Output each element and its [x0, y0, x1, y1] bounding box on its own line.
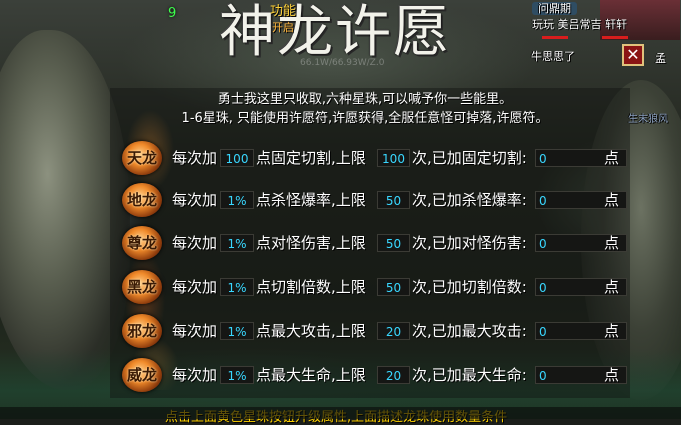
increment-value: 1% [220, 366, 254, 384]
hp-bar-left [542, 36, 568, 39]
deco-badge: 9 [168, 6, 177, 21]
each-label: 每次加 [172, 322, 218, 340]
info-line-1: 勇士我这里只收取,六种星珠,可以喊予你一些能里。 [217, 92, 513, 107]
star-orb-button[interactable]: 黑龙 [122, 270, 162, 304]
each-label: 每次加 [172, 366, 218, 384]
wish-row: 尊龙 每次加 1% 点对怪伤害,上限 50 次,已加对怪伤害: 0 点 [122, 226, 642, 260]
increment-value: 1% [220, 278, 254, 296]
limit-value: 50 [377, 278, 410, 296]
star-orb-button[interactable]: 邪龙 [122, 314, 162, 348]
stat-limit-label: 点最大生命,上限 [256, 366, 366, 384]
wish-row: 邪龙 每次加 1% 点最大攻击,上限 20 次,已加最大攻击: 0 点 [122, 314, 642, 348]
top-right-name-mid: 玩玩 美吕常吉 轩轩 [532, 18, 627, 31]
added-label: 次,已加切割倍数: [412, 278, 527, 296]
limit-value: 20 [377, 322, 410, 340]
added-label: 次,已加杀怪爆率: [412, 191, 527, 209]
each-label: 每次加 [172, 278, 218, 296]
added-label: 次,已加最大生命: [412, 366, 527, 384]
added-label: 次,已加固定切割: [412, 149, 527, 167]
added-label: 次,已加对怪伤害: [412, 234, 527, 252]
stat-limit-label: 点对怪伤害,上限 [256, 234, 366, 252]
close-icon: ✕ [626, 45, 640, 64]
each-label: 每次加 [172, 234, 218, 252]
stat-limit-label: 点杀怪爆率,上限 [256, 191, 366, 209]
limit-value: 50 [377, 191, 410, 209]
stat-limit-label: 点切割倍数,上限 [256, 278, 366, 296]
unit-label: 点 [604, 234, 620, 252]
wish-row: 地龙 每次加 1% 点杀怪爆率,上限 50 次,已加杀怪爆率: 0 点 [122, 183, 642, 217]
limit-value: 50 [377, 234, 410, 252]
increment-value: 1% [220, 322, 254, 340]
unit-label: 点 [604, 191, 620, 209]
unit-label: 点 [604, 366, 620, 384]
bottom-strip [0, 407, 681, 419]
increment-value: 1% [220, 191, 254, 209]
wish-row: 威龙 每次加 1% 点最大生命,上限 20 次,已加最大生命: 0 点 [122, 358, 642, 392]
hp-bar-right [602, 36, 628, 39]
star-orb-button[interactable]: 天龙 [122, 141, 162, 175]
unit-label: 点 [604, 278, 620, 296]
star-orb-button[interactable]: 威龙 [122, 358, 162, 392]
wish-row: 天龙 每次加 100 点固定切割,上限 100 次,已加固定切割: 0 点 [122, 141, 642, 175]
unit-label: 点 [604, 322, 620, 340]
top-right-name-top: 问鼎期 [532, 2, 577, 15]
wish-row: 黑龙 每次加 1% 点切割倍数,上限 50 次,已加切割倍数: 0 点 [122, 270, 642, 304]
limit-value: 100 [377, 149, 410, 167]
star-orb-button[interactable]: 尊龙 [122, 226, 162, 260]
increment-value: 100 [220, 149, 254, 167]
each-label: 每次加 [172, 191, 218, 209]
added-label: 次,已加最大攻击: [412, 322, 527, 340]
stat-limit-label: 点最大攻击,上限 [256, 322, 366, 340]
info-line-2: 1-6星珠, 只能使用许愿符,许愿获得,全服任意怪可掉落,许愿符。 [181, 111, 549, 126]
stat-limit-label: 点固定切割,上限 [256, 149, 366, 167]
side-name: 生末狼风 [628, 114, 668, 125]
title-sub-top: 功能 [269, 4, 296, 19]
top-right-name-left-bottom: 牛思思了 [531, 50, 575, 63]
title-sub-bottom: 开启 [272, 21, 294, 34]
each-label: 每次加 [172, 149, 218, 167]
top-right-name-right-bottom: 孟 [655, 52, 666, 65]
close-button[interactable]: ✕ [622, 44, 644, 66]
faint-stats-text: 66.1W/66.93W/Z.0 [300, 58, 385, 68]
star-orb-button[interactable]: 地龙 [122, 183, 162, 217]
increment-value: 1% [220, 234, 254, 252]
unit-label: 点 [604, 149, 620, 167]
limit-value: 20 [377, 366, 410, 384]
